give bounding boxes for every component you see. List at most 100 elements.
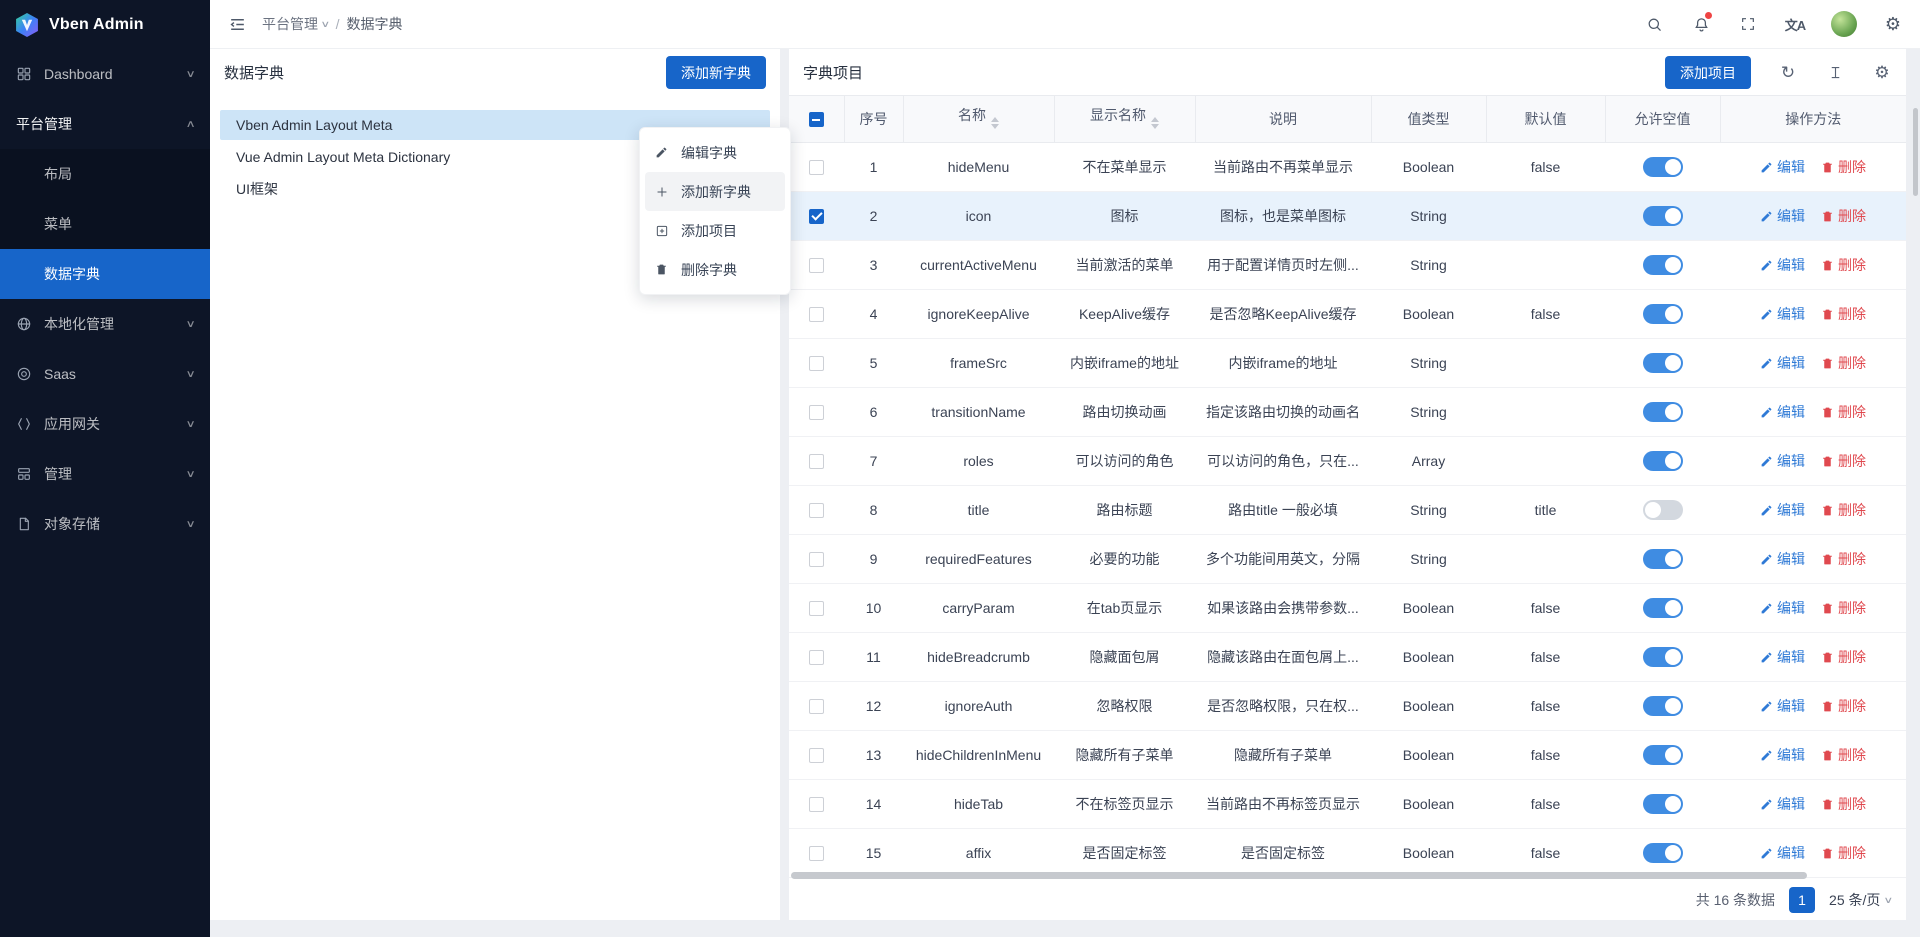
horizontal-scrollbar[interactable] [791,872,1807,879]
context-menu-item[interactable]: 删除字典 [645,250,785,289]
edit-button[interactable]: 编辑 [1760,794,1805,814]
menu-fold-icon[interactable] [226,13,248,35]
edit-button[interactable]: 编辑 [1760,255,1805,275]
table-row[interactable]: 14hideTab不在标签页显示当前路由不再标签页显示Booleanfalse编… [789,780,1906,829]
allow-null-toggle[interactable] [1643,794,1683,814]
sidebar-item-platform-management[interactable]: 平台管理∧ [0,99,210,149]
sidebar-item-object-storage[interactable]: 对象存储∨ [0,499,210,549]
sidebar-item-management[interactable]: 管理∨ [0,449,210,499]
sidebar-item-layout[interactable]: 布局 [0,149,210,199]
delete-button[interactable]: 删除 [1821,549,1866,569]
table-row[interactable]: 8title路由标题路由title 一般必填Stringtitle编辑删除 [789,486,1906,535]
row-checkbox[interactable] [809,552,824,567]
row-checkbox[interactable] [809,307,824,322]
delete-button[interactable]: 删除 [1821,696,1866,716]
edit-button[interactable]: 编辑 [1760,500,1805,520]
sidebar-item-dashboard[interactable]: Dashboard∨ [0,49,210,99]
delete-button[interactable]: 删除 [1821,647,1866,667]
allow-null-toggle[interactable] [1643,745,1683,765]
edit-button[interactable]: 编辑 [1760,843,1805,863]
column-header-2[interactable]: 显示名称 [1054,96,1195,143]
edit-button[interactable]: 编辑 [1760,451,1805,471]
table-row[interactable]: 10carryParam在tab页显示如果该路由会携带参数...Booleanf… [789,584,1906,633]
breadcrumb-parent[interactable]: 平台管理 ∨ [262,14,329,34]
edit-button[interactable]: 编辑 [1760,206,1805,226]
sort-icons[interactable] [991,113,999,133]
sidebar-item-app-gateway[interactable]: 应用网关∨ [0,399,210,449]
row-checkbox[interactable] [809,699,824,714]
edit-button[interactable]: 编辑 [1760,304,1805,324]
table-row[interactable]: 15affix是否固定标签是否固定标签Booleanfalse编辑删除 [789,829,1906,878]
settings-gear-icon[interactable]: ⚙ [1882,13,1904,35]
edit-button[interactable]: 编辑 [1760,157,1805,177]
row-checkbox[interactable] [809,846,824,861]
edit-button[interactable]: 编辑 [1760,745,1805,765]
edit-button[interactable]: 编辑 [1760,353,1805,373]
delete-button[interactable]: 删除 [1821,794,1866,814]
table-row[interactable]: 3currentActiveMenu当前激活的菜单用于配置详情页时左侧...St… [789,241,1906,290]
row-checkbox[interactable] [809,601,824,616]
delete-button[interactable]: 删除 [1821,304,1866,324]
edit-button[interactable]: 编辑 [1760,696,1805,716]
table-row[interactable]: 9requiredFeatures必要的功能多个功能间用英文，分隔String编… [789,535,1906,584]
allow-null-toggle[interactable] [1643,353,1683,373]
allow-null-toggle[interactable] [1643,598,1683,618]
allow-null-toggle[interactable] [1643,157,1683,177]
edit-button[interactable]: 编辑 [1760,549,1805,569]
fullscreen-icon[interactable] [1737,13,1759,35]
app-logo[interactable]: Vben Admin [0,0,210,49]
select-all-checkbox[interactable] [809,112,824,127]
table-row[interactable]: 5frameSrc内嵌iframe的地址内嵌iframe的地址String编辑删… [789,339,1906,388]
row-checkbox[interactable] [809,748,824,763]
allow-null-toggle[interactable] [1643,549,1683,569]
row-checkbox[interactable] [809,454,824,469]
delete-button[interactable]: 删除 [1821,500,1866,520]
allow-null-toggle[interactable] [1643,696,1683,716]
context-menu-item[interactable]: 编辑字典 [645,133,785,172]
sidebar-item-localization[interactable]: 本地化管理∨ [0,299,210,349]
add-item-button[interactable]: 添加项目 [1665,56,1751,89]
row-height-icon[interactable] [1825,63,1845,83]
delete-button[interactable]: 删除 [1821,598,1866,618]
vertical-scrollbar[interactable] [1913,108,1918,196]
allow-null-toggle[interactable] [1643,206,1683,226]
delete-button[interactable]: 删除 [1821,206,1866,226]
notification-bell-icon[interactable] [1690,13,1712,35]
delete-button[interactable]: 删除 [1821,745,1866,765]
sidebar-item-data-dictionary[interactable]: 数据字典 [0,249,210,299]
allow-null-toggle[interactable] [1643,647,1683,667]
table-row[interactable]: 6transitionName路由切换动画指定该路由切换的动画名String编辑… [789,388,1906,437]
row-checkbox[interactable] [809,209,824,224]
settings-gear-icon[interactable]: ⚙ [1872,63,1892,83]
avatar[interactable] [1831,11,1857,37]
sort-icons[interactable] [1151,113,1159,133]
context-menu-item[interactable]: 添加项目 [645,211,785,250]
allow-null-toggle[interactable] [1643,304,1683,324]
delete-button[interactable]: 删除 [1821,451,1866,471]
edit-button[interactable]: 编辑 [1760,598,1805,618]
table-row[interactable]: 13hideChildrenInMenu隐藏所有子菜单隐藏所有子菜单Boolea… [789,731,1906,780]
allow-null-toggle[interactable] [1643,843,1683,863]
page-size-select[interactable]: 25 条/页 ∨ [1829,890,1892,910]
row-checkbox[interactable] [809,356,824,371]
delete-button[interactable]: 删除 [1821,353,1866,373]
table-row[interactable]: 2icon图标图标，也是菜单图标String编辑删除 [789,192,1906,241]
delete-button[interactable]: 删除 [1821,157,1866,177]
row-checkbox[interactable] [809,160,824,175]
allow-null-toggle[interactable] [1643,500,1683,520]
translate-icon[interactable]: 文A [1784,13,1806,35]
add-dictionary-button[interactable]: 添加新字典 [666,56,766,89]
column-header-1[interactable]: 名称 [903,96,1054,143]
allow-null-toggle[interactable] [1643,402,1683,422]
edit-button[interactable]: 编辑 [1760,402,1805,422]
table-row[interactable]: 12ignoreAuth忽略权限是否忽略权限，只在权...Booleanfals… [789,682,1906,731]
edit-button[interactable]: 编辑 [1760,647,1805,667]
row-checkbox[interactable] [809,258,824,273]
allow-null-toggle[interactable] [1643,451,1683,471]
sidebar-item-menu[interactable]: 菜单 [0,199,210,249]
table-row[interactable]: 4ignoreKeepAliveKeepAlive缓存是否忽略KeepAlive… [789,290,1906,339]
sidebar-item-saas[interactable]: Saas∨ [0,349,210,399]
row-checkbox[interactable] [809,405,824,420]
allow-null-toggle[interactable] [1643,255,1683,275]
row-checkbox[interactable] [809,797,824,812]
